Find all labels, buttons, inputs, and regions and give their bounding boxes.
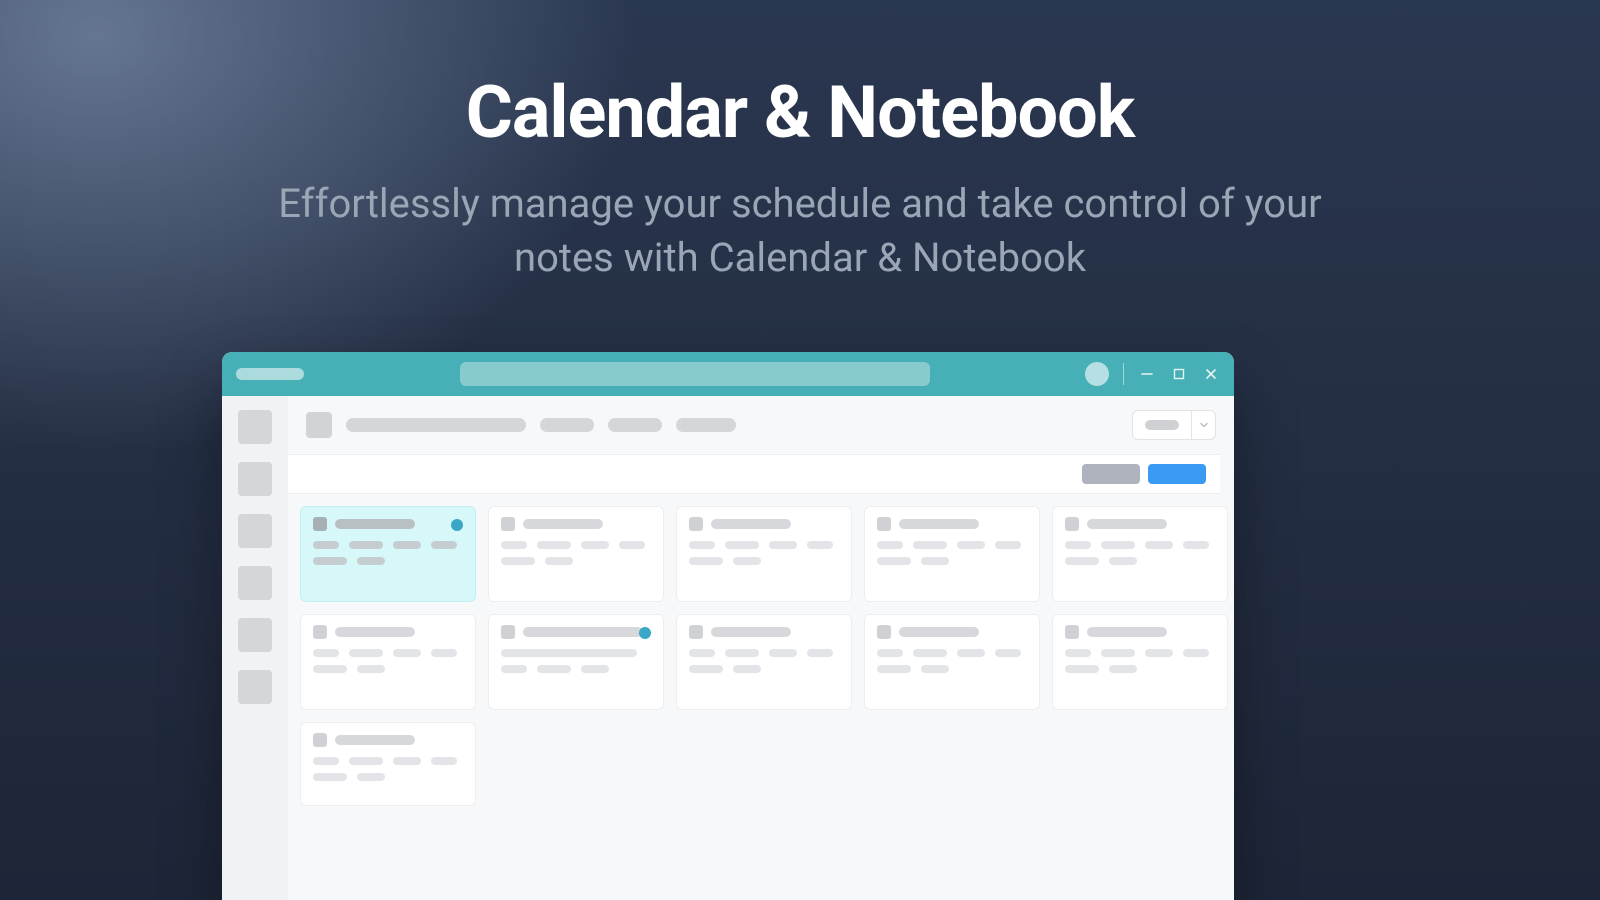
card-body-placeholder [689, 649, 839, 673]
grid-row [300, 614, 1234, 710]
card-body-placeholder [877, 541, 1027, 565]
event-indicator-dot [451, 519, 463, 531]
card-title-placeholder [711, 519, 791, 529]
card-icon [689, 517, 703, 531]
card-icon [501, 625, 515, 639]
card-body-placeholder [313, 757, 463, 781]
calendar-card[interactable] [488, 506, 664, 602]
calendar-card[interactable] [1052, 506, 1228, 602]
toolbar-chip[interactable] [676, 418, 736, 432]
card-icon [313, 517, 327, 531]
card-title-placeholder [335, 627, 415, 637]
split-main[interactable] [1133, 420, 1191, 430]
calendar-card[interactable] [300, 722, 476, 806]
titlebar-right [1085, 362, 1220, 386]
calendar-card[interactable] [864, 614, 1040, 710]
card-body-placeholder [1065, 649, 1215, 673]
card-body-placeholder [1065, 541, 1215, 565]
sidebar-item[interactable] [238, 410, 272, 444]
card-title-placeholder [899, 627, 979, 637]
card-icon [501, 517, 515, 531]
card-icon [1065, 517, 1079, 531]
hero: Calendar & Notebook Effortlessly manage … [0, 70, 1600, 285]
calendar-card[interactable] [676, 614, 852, 710]
minimize-icon [1140, 367, 1154, 381]
search-input[interactable] [460, 362, 930, 386]
card-title-placeholder [1087, 627, 1167, 637]
calendar-card[interactable] [676, 506, 852, 602]
toolbar-split-button[interactable] [1132, 410, 1216, 440]
app-body [222, 396, 1234, 900]
card-body-placeholder [501, 541, 651, 565]
card-icon [877, 517, 891, 531]
sidebar-item[interactable] [238, 670, 272, 704]
close-button[interactable] [1202, 365, 1220, 383]
minimize-button[interactable] [1138, 365, 1156, 383]
card-body-placeholder [501, 649, 651, 673]
event-indicator-dot [639, 627, 651, 639]
card-body-placeholder [313, 649, 463, 673]
close-icon [1204, 367, 1218, 381]
promo-stage: Calendar & Notebook Effortlessly manage … [0, 0, 1600, 900]
split-caret[interactable] [1191, 411, 1215, 439]
card-title-placeholder [523, 627, 643, 637]
card-grid [288, 494, 1234, 900]
chevron-down-icon [1199, 420, 1209, 430]
calendar-card[interactable] [488, 614, 664, 710]
card-title-placeholder [1087, 519, 1167, 529]
card-icon [313, 625, 327, 639]
card-title-placeholder [335, 735, 415, 745]
main [288, 396, 1234, 900]
app-brand-placeholder [236, 368, 304, 380]
card-body-placeholder [877, 649, 1027, 673]
calendar-card-selected[interactable] [300, 506, 476, 602]
hero-title: Calendar & Notebook [0, 70, 1600, 155]
filter-chip-secondary[interactable] [1082, 464, 1140, 484]
filter-chip-primary[interactable] [1148, 464, 1206, 484]
filter-bar [288, 454, 1220, 494]
card-title-placeholder [899, 519, 979, 529]
calendar-card[interactable] [864, 506, 1040, 602]
toolbar-title-placeholder [346, 418, 526, 432]
maximize-icon [1173, 368, 1185, 380]
card-icon [1065, 625, 1079, 639]
card-body-placeholder [689, 541, 839, 565]
card-title-placeholder [523, 519, 603, 529]
titlebar-divider [1123, 363, 1124, 385]
grid-row [300, 722, 1234, 806]
toolbar-chip[interactable] [540, 418, 594, 432]
hero-subtitle: Effortlessly manage your schedule and ta… [270, 177, 1330, 285]
app-window [222, 352, 1234, 900]
toolbar [288, 396, 1234, 454]
sidebar-item[interactable] [238, 462, 272, 496]
card-body-placeholder [313, 541, 463, 565]
card-icon [877, 625, 891, 639]
sidebar-item[interactable] [238, 514, 272, 548]
calendar-card[interactable] [300, 614, 476, 710]
grid-row [300, 506, 1234, 602]
sidebar-item[interactable] [238, 566, 272, 600]
card-icon [313, 733, 327, 747]
toolbar-icon[interactable] [306, 412, 332, 438]
sidebar [222, 396, 288, 900]
titlebar [222, 352, 1234, 396]
maximize-button[interactable] [1170, 365, 1188, 383]
avatar[interactable] [1085, 362, 1109, 386]
toolbar-chip[interactable] [608, 418, 662, 432]
calendar-card[interactable] [1052, 614, 1228, 710]
card-title-placeholder [711, 627, 791, 637]
card-title-placeholder [335, 519, 415, 529]
card-icon [689, 625, 703, 639]
sidebar-item[interactable] [238, 618, 272, 652]
